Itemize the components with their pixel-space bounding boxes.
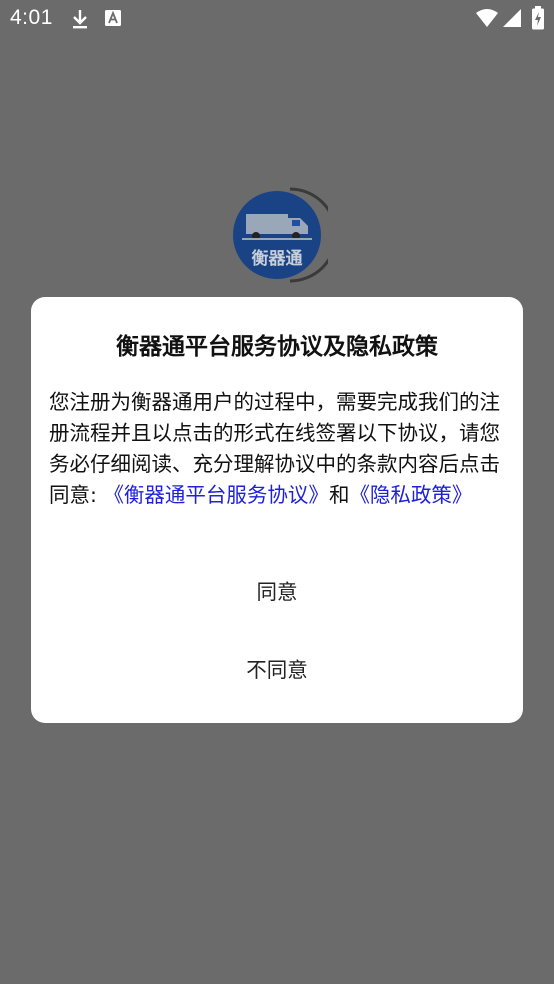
app-logo: 衡器通 [230, 186, 338, 284]
disagree-button[interactable]: 不同意 [31, 645, 523, 695]
agree-button[interactable]: 同意 [31, 567, 523, 617]
link-connector: 和 [328, 483, 350, 507]
privacy-policy-link[interactable]: 《隐私政策》 [349, 483, 472, 507]
screen: 4:01 衡器通 衡器通平台服务协议及隐私政策 您注册为衡器通用户的过程中，需要… [0, 0, 554, 984]
dialog-title: 衡器通平台服务协议及隐私政策 [116, 334, 438, 360]
battery-icon [531, 6, 545, 34]
status-time: 4:01 [10, 6, 53, 29]
service-agreement-link[interactable]: 《衡器通平台服务协议》 [103, 483, 329, 507]
status-bar: 4:01 [0, 0, 554, 36]
font-icon [104, 8, 122, 32]
signal-icon [502, 8, 522, 32]
agreement-dialog: 衡器通平台服务协议及隐私政策 您注册为衡器通用户的过程中，需要完成我们的注册流程… [31, 297, 523, 723]
wifi-icon [475, 8, 499, 32]
dialog-body: 您注册为衡器通用户的过程中，需要完成我们的注册流程并且以点击的形式在线签署以下协… [49, 387, 509, 511]
download-icon [70, 8, 90, 34]
logo-text: 衡器通 [252, 248, 303, 269]
